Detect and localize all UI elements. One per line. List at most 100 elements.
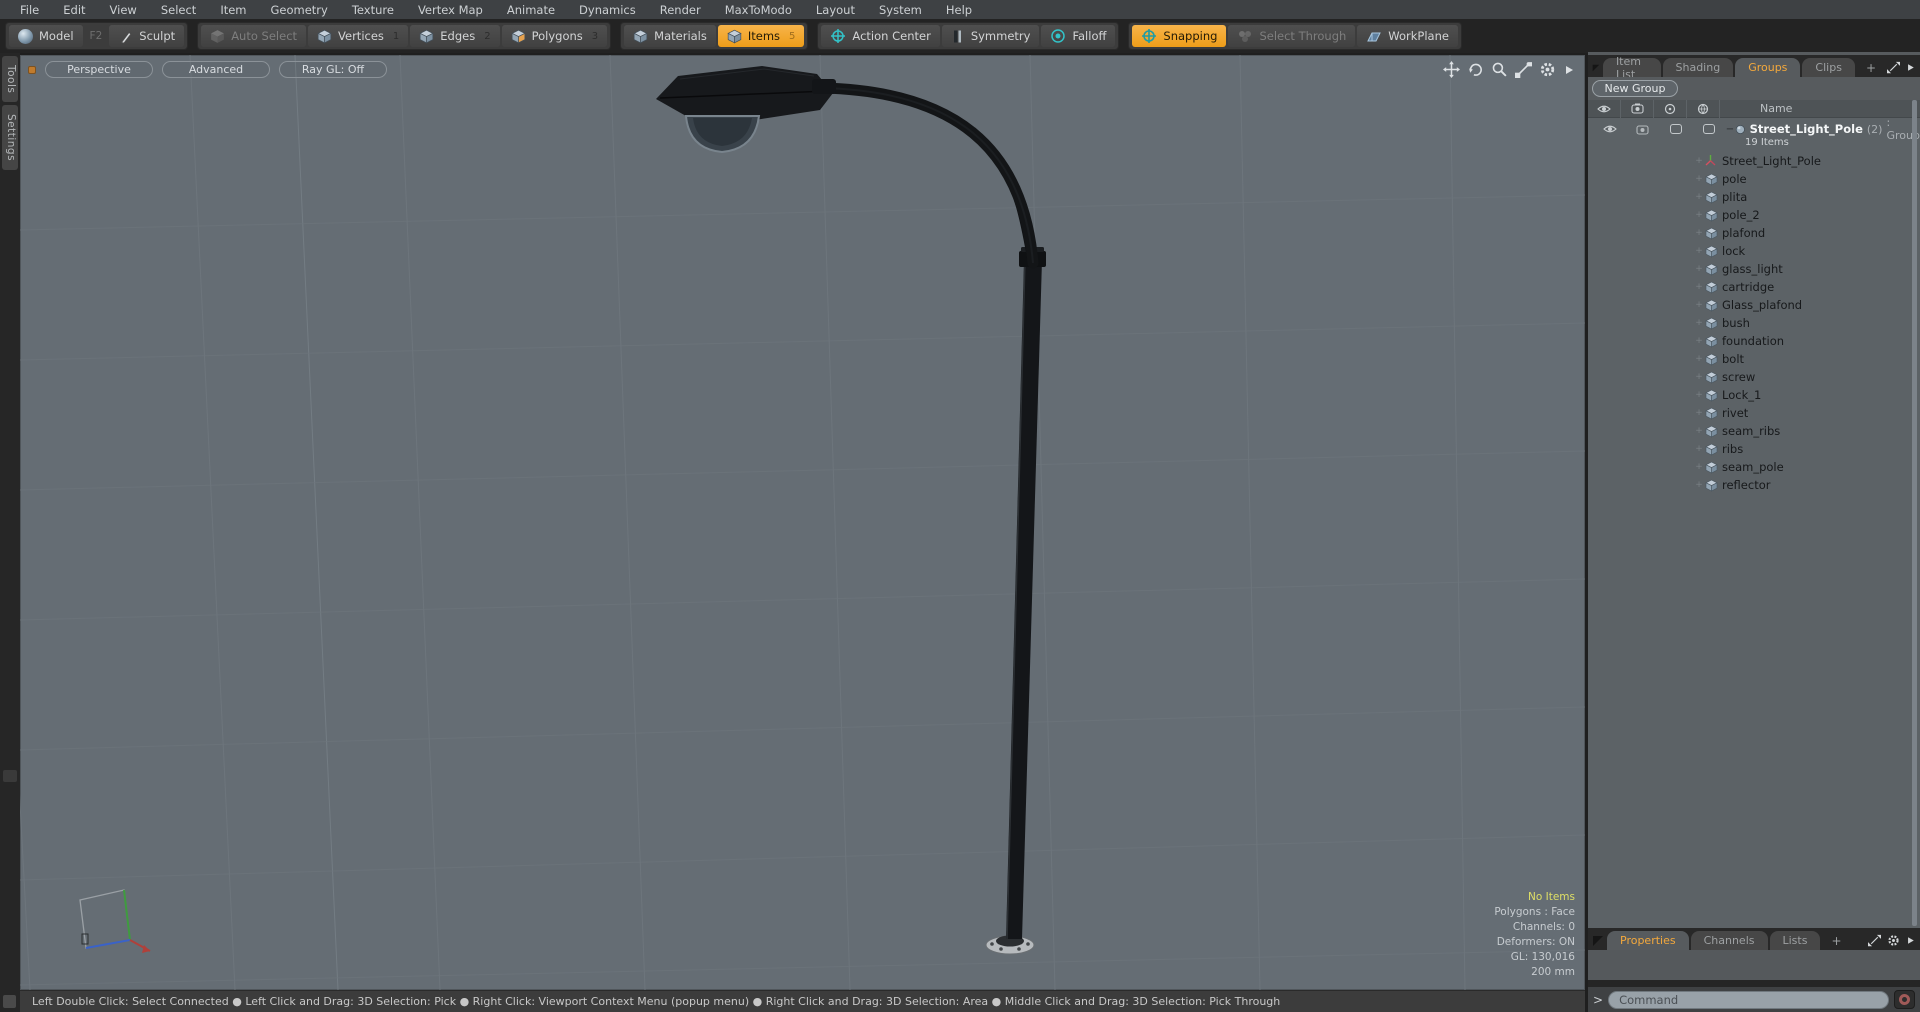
gear-icon[interactable] <box>1539 61 1556 78</box>
tree-item[interactable]: + Lock_1 <box>1588 386 1920 404</box>
symmetry-button[interactable]: Symmetry <box>941 25 1040 47</box>
tab-groups[interactable]: Groups <box>1735 58 1801 77</box>
tab-item-list[interactable]: Item List <box>1602 55 1661 81</box>
item-expander-icon[interactable]: + <box>1694 264 1704 274</box>
group-visibility-toggle[interactable] <box>1593 124 1626 134</box>
item-expander-icon[interactable]: + <box>1694 210 1704 220</box>
zoom-icon[interactable] <box>1491 61 1508 78</box>
expand-arrow-icon[interactable] <box>1563 62 1575 78</box>
tree-item[interactable]: + screw <box>1588 368 1920 386</box>
add-tab-button[interactable]: + <box>1857 58 1885 77</box>
rotate-icon[interactable] <box>1467 61 1484 78</box>
model-button[interactable]: Model <box>9 25 83 47</box>
dock-handle[interactable] <box>3 770 17 783</box>
item-expander-icon[interactable]: + <box>1694 462 1704 472</box>
view-mode-button[interactable]: Perspective <box>45 61 153 78</box>
maximize-panel-icon[interactable] <box>1868 934 1881 947</box>
item-expander-icon[interactable]: + <box>1694 192 1704 202</box>
lock-column-header[interactable] <box>1654 99 1687 118</box>
item-expander-icon[interactable]: + <box>1694 318 1704 328</box>
tree-item[interactable]: + seam_pole <box>1588 458 1920 476</box>
group-render-toggle[interactable] <box>1626 124 1659 135</box>
panel-arrow-icon[interactable] <box>1906 934 1915 947</box>
tree-item[interactable]: + glass_light <box>1588 260 1920 278</box>
tree-item[interactable]: + ribs <box>1588 440 1920 458</box>
item-expander-icon[interactable]: + <box>1694 300 1704 310</box>
panel-corner-icon[interactable] <box>1592 935 1604 947</box>
tab-lists[interactable]: Lists <box>1769 931 1821 950</box>
menu-item[interactable]: Select <box>149 1 208 19</box>
tab-channels[interactable]: Channels <box>1690 931 1768 950</box>
menu-item[interactable]: Dynamics <box>567 1 648 19</box>
tree-item[interactable]: + bush <box>1588 314 1920 332</box>
menu-item[interactable]: Item <box>208 1 258 19</box>
item-expander-icon[interactable]: + <box>1694 246 1704 256</box>
menu-item[interactable]: Geometry <box>259 1 340 19</box>
item-expander-icon[interactable]: + <box>1694 228 1704 238</box>
snapping-button[interactable]: Snapping <box>1132 25 1227 47</box>
item-expander-icon[interactable]: + <box>1694 174 1704 184</box>
tree-item[interactable]: + foundation <box>1588 332 1920 350</box>
item-expander-icon[interactable]: + <box>1694 480 1704 490</box>
command-input[interactable] <box>1608 990 1889 1009</box>
tree-item[interactable]: + pole_2 <box>1588 206 1920 224</box>
tree-item[interactable]: + seam_ribs <box>1588 422 1920 440</box>
record-macro-button[interactable] <box>1894 990 1915 1009</box>
item-expander-icon[interactable]: + <box>1694 390 1704 400</box>
tab-settings[interactable]: Settings <box>2 105 18 171</box>
action-center-button[interactable]: Action Center <box>821 25 940 47</box>
tree-item[interactable]: + plita <box>1588 188 1920 206</box>
menu-item[interactable]: System <box>867 1 934 19</box>
tree-item[interactable]: + pole <box>1588 170 1920 188</box>
group-solo-checkbox[interactable] <box>1692 124 1725 134</box>
groups-scrollbar[interactable] <box>1912 100 1917 926</box>
item-expander-icon[interactable]: + <box>1694 444 1704 454</box>
group-expander-icon[interactable]: − <box>1725 124 1735 135</box>
sculpt-button[interactable]: Sculpt <box>109 25 185 47</box>
group-lock-checkbox[interactable] <box>1659 124 1692 134</box>
tree-item[interactable]: + Glass_plafond <box>1588 296 1920 314</box>
item-expander-icon[interactable]: + <box>1694 282 1704 292</box>
item-expander-icon[interactable]: + <box>1694 426 1704 436</box>
viewport-3d[interactable]: Perspective Advanced Ray GL: Off No Item… <box>20 55 1585 990</box>
group-row-street-light-pole[interactable]: − Street_Light_Pole (2) : Group 19 Items <box>1588 116 1920 150</box>
item-expander-icon[interactable]: + <box>1694 408 1704 418</box>
item-expander-icon[interactable]: + <box>1694 156 1704 166</box>
tree-item[interactable]: + cartridge <box>1588 278 1920 296</box>
vertices-button[interactable]: Vertices 1 <box>308 25 409 47</box>
menu-item[interactable]: Vertex Map <box>406 1 495 19</box>
tree-item[interactable]: + reflector <box>1588 476 1920 494</box>
ray-gl-button[interactable]: Ray GL: Off <box>279 61 387 78</box>
falloff-button[interactable]: Falloff <box>1041 25 1116 47</box>
gear-icon[interactable] <box>1887 934 1900 947</box>
edges-button[interactable]: Edges 2 <box>410 25 500 47</box>
menu-item[interactable]: Animate <box>495 1 567 19</box>
menu-item[interactable]: Texture <box>340 1 406 19</box>
menu-item[interactable]: Layout <box>804 1 867 19</box>
item-expander-icon[interactable]: + <box>1694 354 1704 364</box>
tab-properties[interactable]: Properties <box>1607 931 1689 950</box>
select-through-button[interactable]: Select Through <box>1228 25 1356 47</box>
maximize-icon[interactable] <box>1515 61 1532 78</box>
tree-item[interactable]: + lock <box>1588 242 1920 260</box>
tab-shading[interactable]: Shading <box>1662 58 1734 77</box>
polygons-button[interactable]: Polygons 3 <box>501 25 608 47</box>
tree-item[interactable]: + plafond <box>1588 224 1920 242</box>
viewport-menu-dot[interactable] <box>28 65 36 74</box>
menu-item[interactable]: Help <box>934 1 984 19</box>
item-expander-icon[interactable]: + <box>1694 336 1704 346</box>
menu-item[interactable]: View <box>98 1 149 19</box>
tab-clips[interactable]: Clips <box>1802 58 1855 77</box>
items-button[interactable]: Items 5 <box>717 25 805 47</box>
tab-tools[interactable]: Tools <box>2 56 18 103</box>
tree-item[interactable]: + Street_Light_Pole <box>1588 152 1920 170</box>
maximize-panel-icon[interactable] <box>1887 61 1900 74</box>
menu-item[interactable]: MaxToModo <box>713 1 804 19</box>
pan-icon[interactable] <box>1443 61 1460 78</box>
tree-item[interactable]: + bolt <box>1588 350 1920 368</box>
menu-item[interactable]: Edit <box>51 1 97 19</box>
name-column-header[interactable]: Name <box>1720 102 1792 115</box>
shading-mode-button[interactable]: Advanced <box>162 61 270 78</box>
visibility-column-header[interactable] <box>1588 99 1621 118</box>
solo-column-header[interactable] <box>1687 99 1720 118</box>
